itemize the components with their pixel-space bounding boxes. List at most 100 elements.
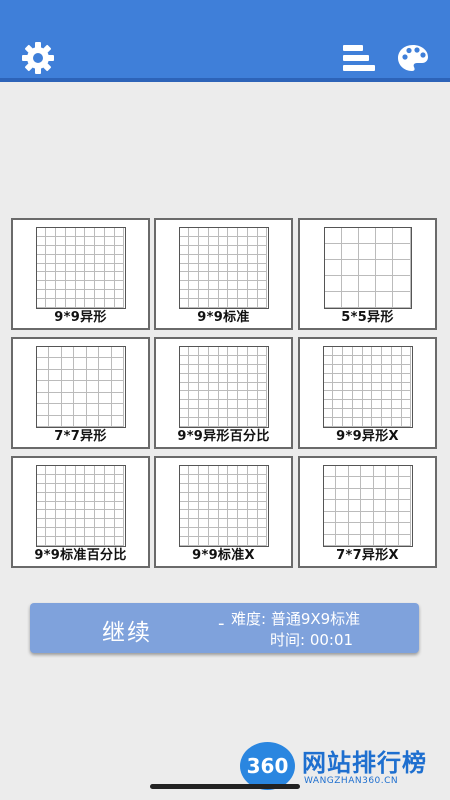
grid-cell — [341, 244, 359, 260]
mode-card-standard-9x9-percent[interactable]: 9*9标准百分比 — [11, 456, 150, 568]
watermark-url: WANGZHAN360.CN — [304, 776, 399, 786]
grid-cell — [85, 474, 96, 484]
mode-card-irregular-7x7[interactable]: 7*7异形 — [11, 337, 150, 449]
grid-cell — [352, 355, 363, 365]
grid-cell — [247, 501, 258, 511]
grid-cell — [218, 501, 229, 511]
grid-cell — [189, 501, 200, 511]
grid-cell — [228, 519, 239, 529]
grid-cell — [362, 382, 373, 392]
grid-cell — [218, 373, 229, 383]
grid-cell — [189, 272, 200, 282]
grid-cell — [36, 381, 50, 393]
grid-cell — [257, 400, 268, 410]
mode-label: 5*5异形 — [341, 310, 394, 325]
grid-cell — [36, 483, 47, 493]
grid-cell — [247, 245, 258, 255]
mode-card-standard-9x9-x[interactable]: 9*9标准X — [154, 456, 293, 568]
grid-cell — [228, 474, 239, 484]
grid-cell — [238, 355, 248, 365]
mode-card-irregular-7x7-x[interactable]: 7*7异形X — [298, 456, 437, 568]
grid-cell — [238, 263, 248, 273]
grid-cell — [114, 474, 125, 484]
grid-cell — [218, 519, 229, 529]
grid-cell — [65, 492, 76, 502]
grid-cell — [228, 409, 239, 419]
grid-cell — [46, 474, 57, 484]
grid-cell — [208, 272, 219, 282]
grid-cell — [85, 492, 96, 502]
watermark-title: 网站排行榜 — [302, 749, 427, 777]
sort-icon[interactable] — [340, 40, 376, 76]
grid-cell — [218, 466, 229, 475]
grid-cell — [238, 364, 248, 374]
mode-label: 9*9异形百分比 — [177, 429, 270, 444]
grid-cell — [189, 409, 200, 419]
grid-cell — [104, 501, 115, 511]
grid-cell — [36, 254, 47, 264]
grid-cell — [46, 519, 57, 529]
mode-card-irregular-9x9[interactable]: 9*9异形 — [11, 218, 150, 330]
grid-cell — [343, 409, 353, 419]
grid-cell — [199, 391, 209, 401]
grid-cell — [348, 523, 362, 535]
grid-cell — [36, 474, 47, 484]
grid-cell — [199, 245, 209, 255]
grid-cell — [111, 392, 125, 405]
puzzle-thumbnail — [35, 227, 126, 309]
mode-card-irregular-9x9-percent[interactable]: 9*9异形百分比 — [154, 337, 293, 449]
palette-icon[interactable] — [395, 40, 431, 76]
grid-cell — [75, 245, 86, 255]
grid-cell — [257, 510, 268, 520]
grid-cell — [56, 528, 66, 538]
grid-cell — [228, 466, 239, 475]
grid-cell — [85, 483, 96, 493]
grid-cell — [114, 281, 125, 291]
grid-cell — [257, 281, 268, 291]
grid-cell — [65, 528, 76, 538]
grid-cell — [75, 483, 86, 493]
grid-cell — [218, 236, 229, 246]
grid-cell — [74, 358, 87, 370]
grid-cell — [208, 519, 219, 529]
grid-cell — [114, 228, 125, 237]
puzzle-thumbnail — [322, 346, 413, 428]
grid-cell — [361, 488, 374, 501]
mode-card-irregular-5x5[interactable]: 5*5异形 — [298, 218, 437, 330]
grid-cell — [56, 245, 66, 255]
grid-cell — [75, 510, 86, 520]
grid-cell — [382, 364, 392, 374]
grid-cell — [247, 483, 258, 493]
grid-cell — [179, 364, 190, 374]
grid-cell — [247, 263, 258, 273]
grid-cell — [199, 501, 209, 511]
grid-cell — [218, 245, 229, 255]
mode-card-standard-9x9[interactable]: 9*9标准 — [154, 218, 293, 330]
grid-cell — [208, 466, 219, 475]
grid-cell — [179, 245, 190, 255]
mode-label: 7*7异形X — [336, 548, 399, 563]
grid-cell — [238, 400, 248, 410]
grid-cell — [386, 523, 399, 535]
grid-cell — [199, 254, 209, 264]
grid-cell — [391, 373, 402, 383]
grid-cell — [372, 364, 383, 374]
grid-cell — [336, 523, 349, 535]
grid-cell — [218, 281, 229, 291]
continue-button[interactable]: 继续 - 难度: 普通9X9标准 时间: 00:01 — [30, 603, 419, 653]
grid-cell — [46, 245, 57, 255]
grid-cell — [238, 474, 248, 484]
grid-cell — [228, 281, 239, 291]
grid-cell — [208, 281, 219, 291]
grid-cell — [56, 290, 66, 300]
grid-cell — [323, 373, 334, 383]
grid-cell — [373, 488, 387, 501]
grid-cell — [323, 511, 337, 524]
grid-cell — [257, 347, 268, 356]
grid-cell — [85, 466, 96, 475]
mode-card-irregular-9x9-x[interactable]: 9*9异形X — [298, 337, 437, 449]
grid-cell — [46, 510, 57, 520]
gear-icon[interactable] — [20, 40, 56, 76]
grid-cell — [179, 228, 190, 237]
grid-cell — [341, 228, 359, 244]
